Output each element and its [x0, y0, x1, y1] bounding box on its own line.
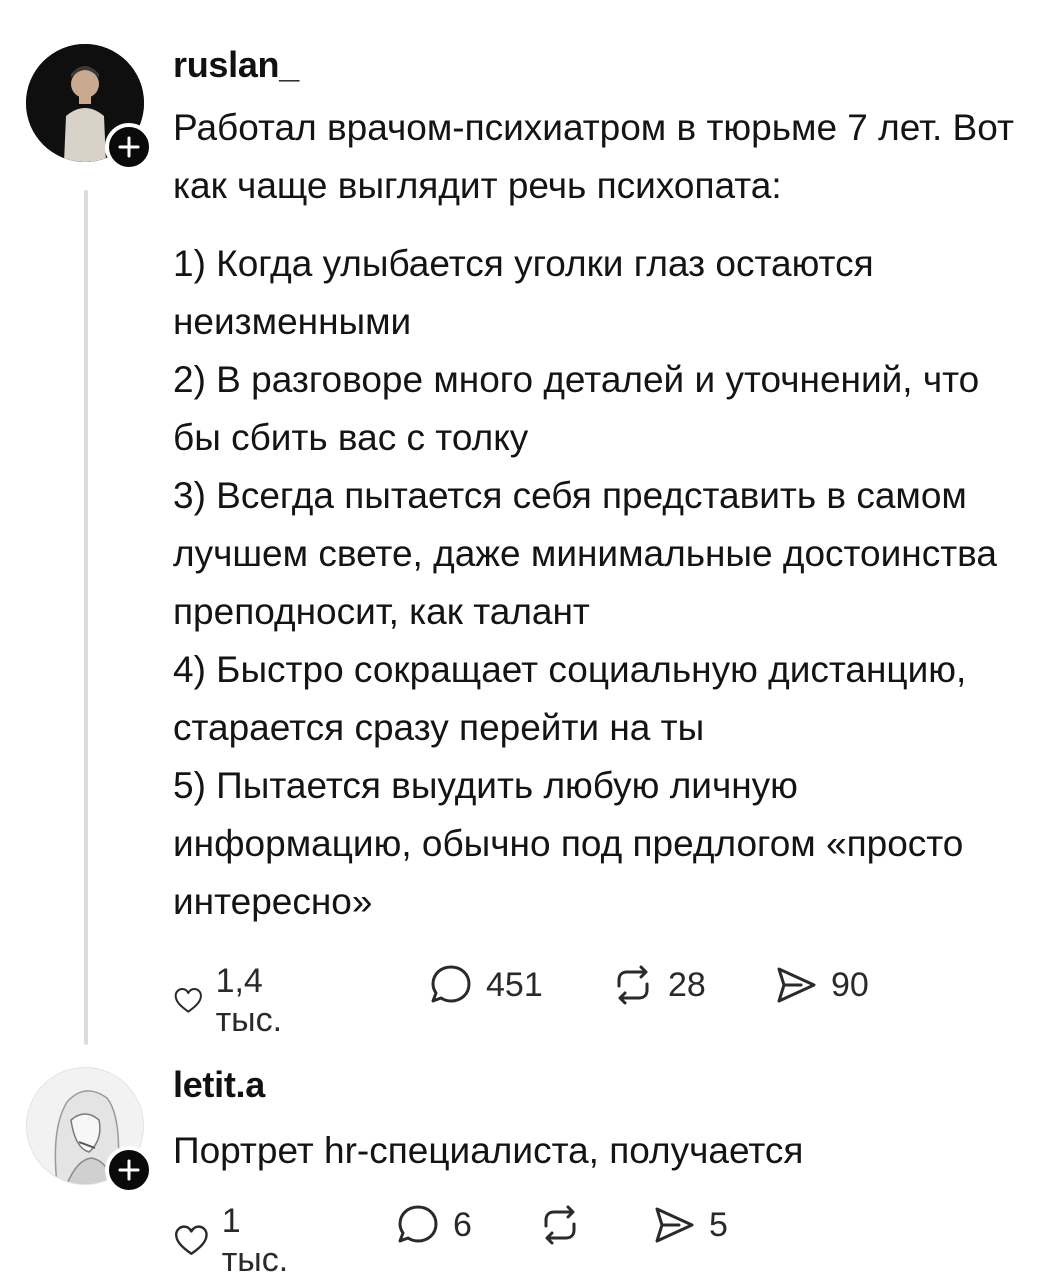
like-button[interactable]: 1 тыс.: [173, 1202, 297, 1280]
plus-icon: [118, 136, 140, 158]
share-button[interactable]: 90: [773, 962, 869, 1008]
repost-arrows-icon: [617, 965, 649, 1005]
thread-line: [84, 190, 88, 1045]
comment-count: 6: [453, 1205, 472, 1244]
comment-button[interactable]: 451: [428, 962, 543, 1008]
share-button[interactable]: 5: [651, 1202, 728, 1248]
like-count: 1,4 тыс.: [215, 962, 283, 1039]
share-count: 90: [831, 965, 869, 1004]
comment-button[interactable]: 6: [395, 1202, 472, 1248]
heart-icon: [174, 988, 202, 1013]
share-count: 5: [709, 1205, 728, 1244]
follow-button[interactable]: [105, 1146, 153, 1194]
comment-bubble-icon: [398, 1205, 438, 1243]
comment-bubble-icon: [431, 965, 471, 1003]
post-username[interactable]: ruslan_: [173, 44, 299, 86]
comment-count: 451: [486, 965, 543, 1004]
list-item: 3) Всегда пытается себя представить в са…: [173, 475, 997, 632]
reply-username[interactable]: letit.a: [173, 1064, 265, 1106]
send-icon: [777, 967, 816, 1003]
post-list: 1) Когда улыбается уголки глаз остаются …: [173, 235, 1033, 931]
follow-button[interactable]: [105, 123, 153, 171]
repost-arrows-icon: [544, 1205, 576, 1245]
post-intro-text: Работал врачом-психиатром в тюрьме 7 лет…: [173, 107, 1014, 206]
like-count: 1 тыс.: [221, 1202, 289, 1279]
heart-icon: [174, 1225, 208, 1255]
send-icon: [655, 1207, 694, 1243]
list-item: 5) Пытается выудить любую личную информа…: [173, 765, 964, 922]
plus-icon: [118, 1159, 140, 1181]
repost-button[interactable]: 28: [610, 962, 706, 1008]
repost-count: 28: [668, 965, 706, 1004]
repost-button[interactable]: [537, 1202, 583, 1248]
like-button[interactable]: 1,4 тыс.: [173, 962, 297, 1040]
list-item: 1) Когда улыбается уголки глаз остаются …: [173, 243, 874, 342]
list-item: 2) В разговоре много деталей и уточнений…: [173, 359, 980, 458]
list-item: 4) Быстро сокращает социальную дистанцию…: [173, 649, 967, 748]
reply-text: Портрет hr-специалиста, получается: [173, 1130, 804, 1171]
